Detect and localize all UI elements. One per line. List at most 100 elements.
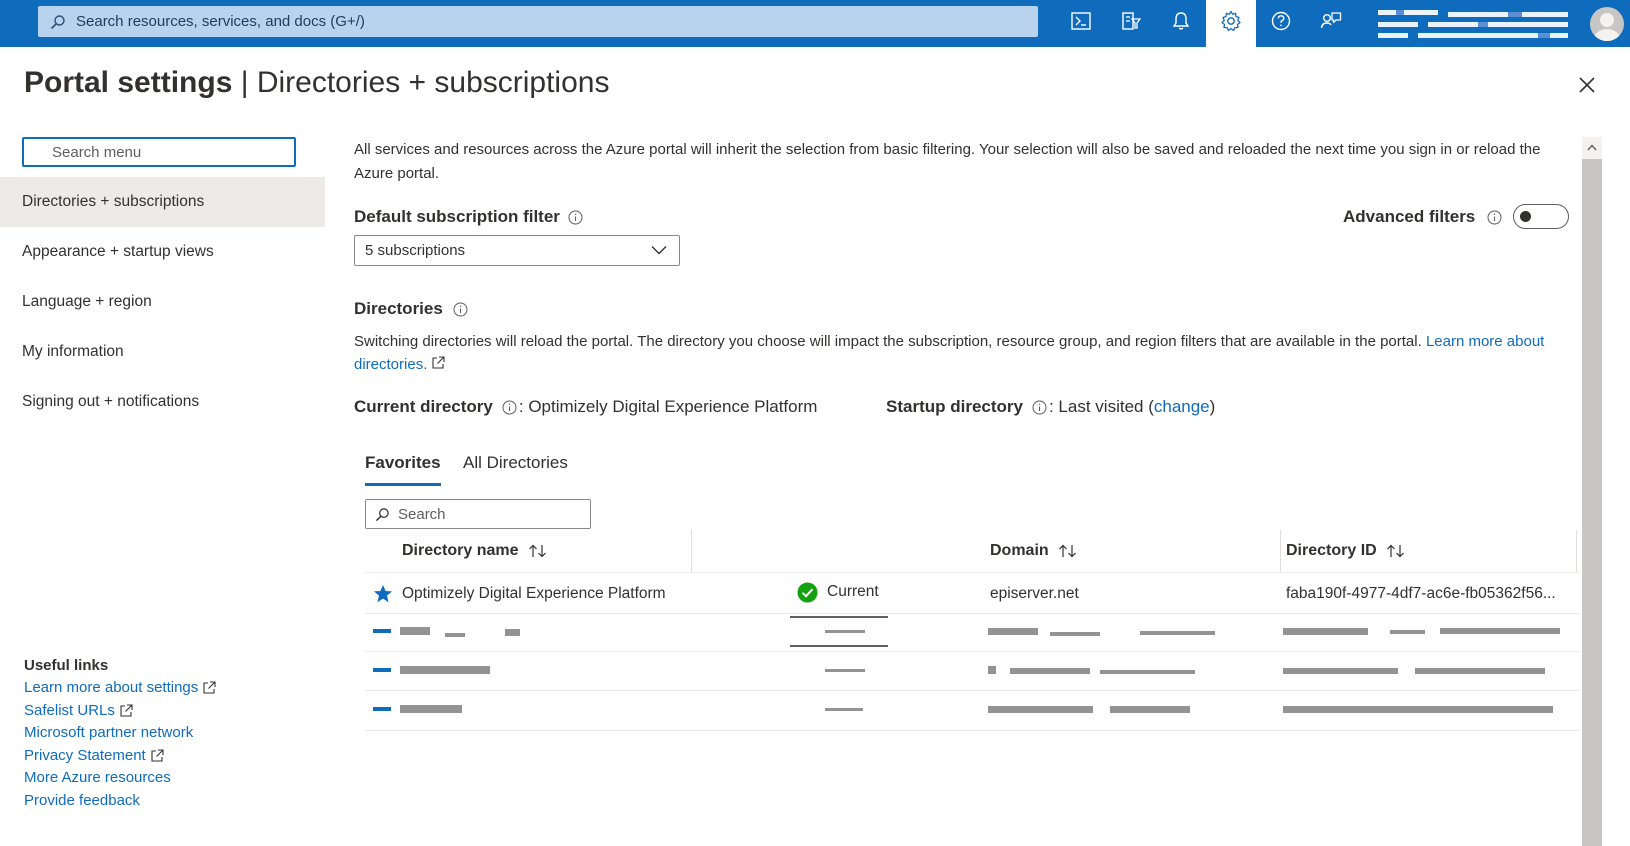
page-title-sub: | Directories + subscriptions [232, 66, 610, 99]
cloud-shell-button[interactable] [1056, 0, 1106, 47]
account-info-redacted[interactable] [1378, 8, 1578, 40]
safelist-urls-link[interactable]: Safelist URLs [24, 702, 133, 719]
info-icon[interactable] [568, 210, 583, 225]
startup-close-paren: ) [1209, 397, 1216, 416]
global-search[interactable] [38, 6, 1038, 37]
search-icon [375, 507, 390, 522]
scrollbar[interactable] [1582, 137, 1602, 846]
tab-label: Favorites [365, 453, 441, 472]
menu-item-signing-out[interactable]: Signing out + notifications [0, 377, 325, 427]
link-label: Microsoft partner network [24, 724, 194, 741]
tab-all-directories[interactable]: All Directories [463, 453, 568, 483]
directory-search[interactable] [365, 499, 591, 529]
menu-item-label: Signing out + notifications [22, 393, 200, 410]
column-label: Domain [990, 542, 1049, 559]
external-link-icon [203, 681, 216, 694]
help-button[interactable] [1256, 0, 1306, 47]
top-bar [0, 0, 1630, 47]
startup-directory-label: Startup directory [886, 397, 1023, 416]
menu-item-directories-subscriptions[interactable]: Directories + subscriptions [0, 177, 325, 227]
menu-item-label: Directories + subscriptions [22, 193, 205, 210]
intro-text: All services and resources across the Az… [354, 141, 1541, 182]
directory-filter-button[interactable] [1106, 0, 1156, 47]
subscription-filter-dropdown[interactable]: 5 subscriptions [354, 235, 680, 266]
notifications-button[interactable] [1156, 0, 1206, 47]
feedback-button[interactable] [1306, 0, 1356, 47]
external-link-icon [431, 356, 445, 373]
change-startup-link[interactable]: change [1154, 397, 1210, 417]
more-azure-resources-link[interactable]: More Azure resources [24, 769, 171, 786]
column-directory-name[interactable]: Directory name [402, 530, 548, 572]
bell-icon [1172, 11, 1190, 36]
column-domain[interactable]: Domain [990, 530, 1078, 572]
question-icon [1271, 11, 1291, 36]
global-search-input[interactable] [76, 13, 876, 30]
external-link-icon [120, 704, 133, 717]
menu-item-my-information[interactable]: My information [0, 327, 325, 377]
info-icon[interactable] [453, 302, 468, 317]
chevron-down-icon [651, 242, 667, 259]
row-divider [365, 651, 1580, 652]
directory-search-input[interactable] [398, 505, 588, 523]
learn-more-settings-link[interactable]: Learn more about settings [24, 679, 216, 696]
link-label: Safelist URLs [24, 702, 115, 719]
startup-directory-row: Startup directory : Last visited (change… [886, 397, 1215, 417]
menu-item-label: Language + region [22, 293, 152, 310]
info-icon[interactable] [1487, 210, 1502, 225]
menu-item-language-region[interactable]: Language + region [0, 277, 325, 327]
current-directory-value: : Optimizely Digital Experience Platform [518, 397, 818, 416]
info-icon[interactable] [1032, 400, 1047, 415]
row-divider [365, 690, 1580, 691]
column-label: Directory name [402, 542, 519, 559]
table-row-directory-name[interactable]: Optimizely Digital Experience Platform [402, 582, 666, 606]
current-status: Current [797, 580, 879, 604]
row-divider [365, 730, 1580, 731]
scroll-up-button[interactable] [1582, 137, 1602, 157]
microsoft-partner-network-link[interactable]: Microsoft partner network [24, 724, 193, 741]
directories-label-text: Directories [354, 299, 443, 318]
info-icon[interactable] [502, 400, 517, 415]
settings-button[interactable] [1206, 0, 1256, 47]
external-link-icon [151, 749, 164, 762]
link-label: Privacy Statement [24, 747, 146, 764]
terminal-icon [1071, 12, 1091, 35]
menu-search-input[interactable] [22, 137, 296, 167]
directories-description-text: Switching directories will reload the po… [354, 333, 1426, 350]
subscription-filter-label: Default subscription filter [354, 207, 583, 227]
header-divider [365, 572, 1580, 573]
scroll-thumb[interactable] [1582, 159, 1602, 846]
table-row-directory-id: faba190f-4977-4df7-ac6e-fb05362f56... [1286, 585, 1556, 602]
favorite-star-icon[interactable] [373, 582, 393, 606]
avatar[interactable] [1590, 7, 1624, 41]
subscription-filter-value: 5 subscriptions [365, 242, 466, 259]
close-button[interactable] [1572, 72, 1602, 102]
useful-links-title: Useful links [24, 657, 109, 674]
advanced-filters-toggle[interactable] [1513, 204, 1569, 229]
privacy-statement-link[interactable]: Privacy Statement [24, 747, 164, 764]
menu-item-appearance[interactable]: Appearance + startup views [0, 227, 325, 277]
sort-icon [1058, 544, 1078, 558]
menu-item-label: Appearance + startup views [22, 243, 214, 260]
tab-favorites[interactable]: Favorites [365, 453, 441, 486]
page-title: Portal settings | Directories + subscrip… [24, 66, 609, 100]
current-directory-label: Current directory [354, 397, 493, 416]
link-label: More Azure resources [24, 769, 171, 786]
column-separator[interactable] [691, 530, 692, 572]
tab-label: All Directories [463, 453, 568, 472]
directories-description: Switching directories will reload the po… [354, 330, 1564, 376]
link-label: Learn more about settings [24, 679, 199, 696]
close-icon [1578, 76, 1596, 99]
sort-icon [1386, 544, 1406, 558]
search-icon [50, 14, 66, 30]
feedback-icon [1320, 11, 1342, 36]
toggle-knob [1520, 211, 1531, 222]
row-divider [365, 613, 1580, 614]
page-title-main: Portal settings [24, 66, 233, 99]
column-separator[interactable] [1576, 530, 1577, 572]
current-status-label: Current [827, 583, 879, 600]
check-circle-icon [797, 582, 818, 603]
provide-feedback-link[interactable]: Provide feedback [24, 792, 140, 809]
subscription-filter-label-text: Default subscription filter [354, 207, 560, 226]
column-directory-id[interactable]: Directory ID [1286, 530, 1406, 572]
column-separator[interactable] [1280, 530, 1281, 572]
